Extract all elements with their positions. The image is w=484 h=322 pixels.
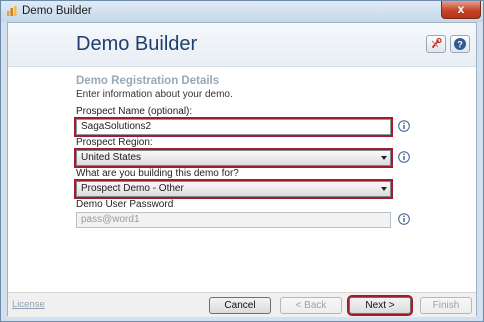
prospect-name-label: Prospect Name (optional): — [76, 106, 193, 117]
help-icon: ? — [454, 38, 466, 50]
license-link[interactable]: License — [12, 299, 45, 310]
help-button[interactable]: ? — [450, 35, 470, 53]
wizard-content: Demo Builder ? Demo Registration Details… — [7, 22, 477, 317]
page-title: Demo Builder — [76, 33, 198, 55]
prospect-name-info-icon[interactable] — [398, 120, 410, 132]
demo-password-label: Demo User Password — [76, 199, 174, 210]
prospect-region-label: Prospect Region: — [76, 137, 153, 148]
cancel-button[interactable]: Cancel — [209, 297, 271, 314]
finish-button[interactable]: Finish — [420, 297, 472, 314]
prospect-region-value: United States — [81, 152, 142, 163]
back-button[interactable]: < Back — [280, 297, 342, 314]
window-title: Demo Builder — [22, 5, 92, 17]
section-title: Demo Registration Details — [76, 75, 220, 87]
chevron-down-icon — [381, 187, 387, 191]
prospect-region-select[interactable]: United States — [74, 148, 393, 168]
window-close-button[interactable]: x — [441, 1, 481, 19]
title-bar[interactable]: Demo Builder x — [1, 1, 483, 22]
demo-password-info-icon[interactable] — [398, 213, 410, 225]
demo-purpose-label: What are you building this demo for? — [76, 168, 239, 179]
next-button[interactable]: Next > — [347, 295, 413, 316]
wizard-header: Demo Builder ? — [8, 23, 476, 67]
app-icon — [7, 6, 17, 16]
demo-purpose-select[interactable]: Prospect Demo - Other — [74, 179, 393, 199]
demo-password-input[interactable]: pass@word1 — [76, 212, 391, 228]
demo-purpose-value: Prospect Demo - Other — [81, 183, 184, 194]
svg-text:?: ? — [457, 40, 463, 50]
tools-button[interactable] — [426, 35, 446, 53]
demo-builder-window: Demo Builder x Demo Builder ? Demo Regis… — [0, 0, 484, 322]
chevron-down-icon — [381, 156, 387, 160]
prospect-name-input[interactable]: SagaSolutions2 — [74, 117, 393, 137]
section-description: Enter information about your demo. — [76, 89, 233, 100]
wizard-footer: License Cancel < Back Next > Finish — [8, 292, 476, 317]
prospect-region-info-icon[interactable] — [398, 151, 410, 163]
tools-icon — [431, 37, 442, 48]
